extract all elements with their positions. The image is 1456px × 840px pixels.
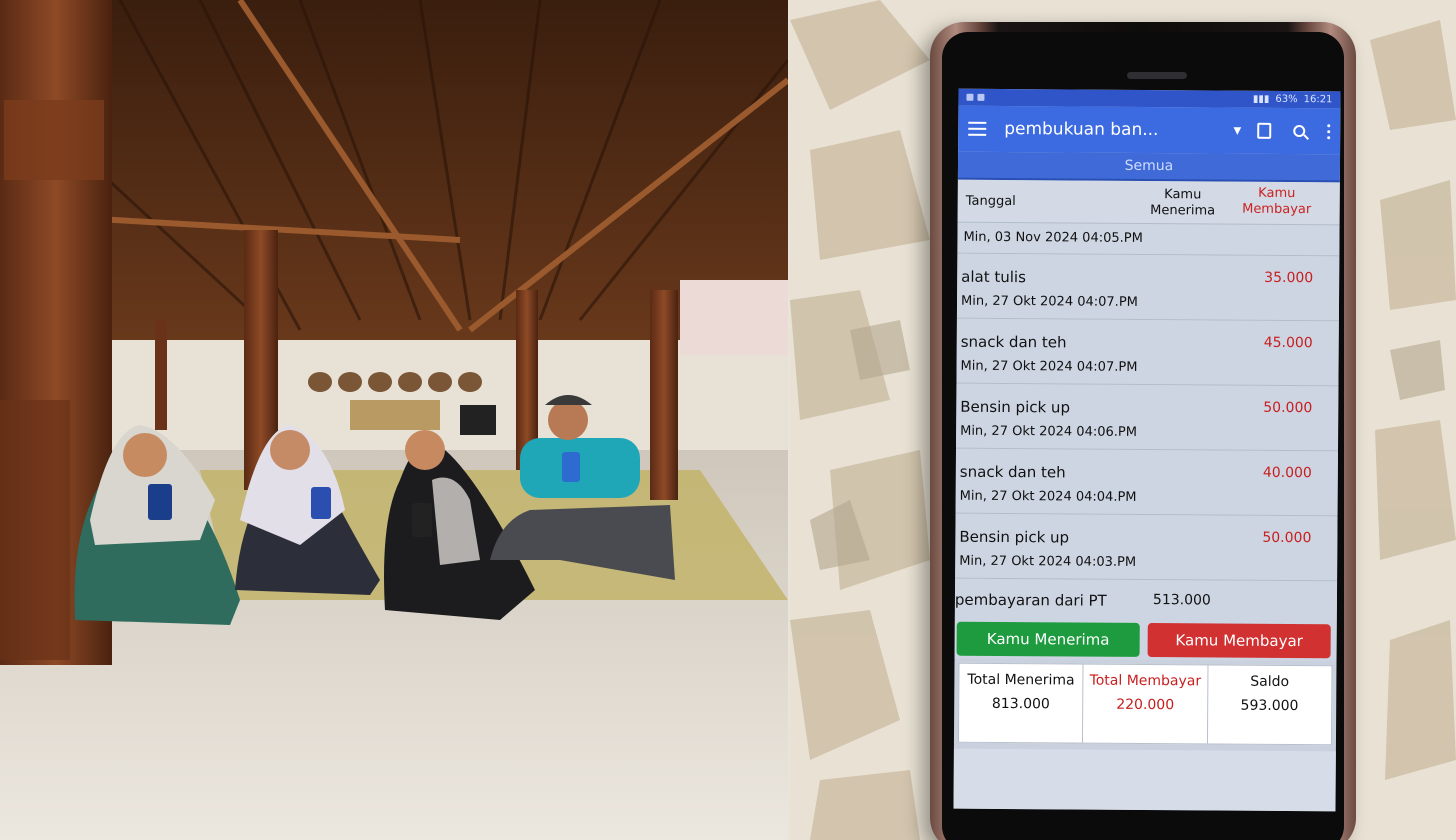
date-group-header: Min, 03 Nov 2024 04:05.PM bbox=[957, 222, 1340, 257]
total-received: Total Menerima 813.000 bbox=[958, 663, 1084, 743]
income-amount: 513.000 bbox=[1152, 592, 1211, 609]
earpiece-speaker bbox=[1127, 72, 1187, 79]
balance: Saldo 593.000 bbox=[1208, 665, 1332, 744]
column-received-label: Kamu Menerima bbox=[1150, 187, 1216, 219]
transaction-row[interactable]: Bensin pick up Min, 27 Okt 2024 04:03.PM… bbox=[955, 513, 1338, 582]
action-buttons: Kamu Menerima Kamu Membayar bbox=[954, 618, 1337, 662]
overflow-menu-icon[interactable] bbox=[1327, 123, 1331, 139]
transaction-datetime: Min, 27 Okt 2024 04:07.PM bbox=[960, 293, 1138, 310]
receive-button[interactable]: Kamu Menerima bbox=[956, 621, 1140, 657]
income-name: pembayaran dari PT bbox=[954, 590, 1107, 610]
transaction-datetime: Min, 27 Okt 2024 04:06.PM bbox=[960, 423, 1138, 440]
transaction-datetime: Min, 27 Okt 2024 04:03.PM bbox=[959, 553, 1137, 570]
transaction-name: Bensin pick up bbox=[960, 397, 1071, 417]
app-bar: pembukuan ban... ▼ bbox=[958, 105, 1341, 155]
transaction-name: snack dan teh bbox=[960, 332, 1067, 352]
transaction-row[interactable]: alat tulis Min, 27 Okt 2024 04:07.PM 35.… bbox=[956, 253, 1340, 322]
transaction-name: Bensin pick up bbox=[959, 527, 1070, 547]
total-paid-value: 220.000 bbox=[1116, 696, 1175, 714]
transaction-amount: 45.000 bbox=[1263, 334, 1313, 352]
phone-screen: ▮▮▮ 63% 16:21 pembukuan ban... ▼ Semua T… bbox=[953, 88, 1341, 812]
notification-icons bbox=[966, 93, 985, 101]
pendopo-scene-illustration bbox=[0, 0, 788, 840]
totals-panel: Total Menerima 813.000 Total Membayar 22… bbox=[957, 662, 1333, 746]
total-received-label: Total Menerima bbox=[967, 671, 1075, 689]
income-row[interactable]: pembayaran dari PT 513.000 bbox=[954, 578, 1338, 622]
transaction-row[interactable]: snack dan teh Min, 27 Okt 2024 04:04.PM … bbox=[955, 448, 1338, 517]
transaction-name: alat tulis bbox=[961, 267, 1027, 287]
battery-level: 63% bbox=[1275, 93, 1298, 106]
column-date-label: Tanggal bbox=[965, 193, 1016, 210]
transaction-amount: 40.000 bbox=[1262, 464, 1312, 482]
screen-bottom-area bbox=[953, 748, 1336, 812]
transaction-datetime: Min, 27 Okt 2024 04:04.PM bbox=[959, 488, 1137, 505]
total-received-value: 813.000 bbox=[991, 695, 1050, 713]
transaction-amount: 50.000 bbox=[1262, 529, 1312, 547]
dropdown-caret-icon[interactable]: ▼ bbox=[1233, 125, 1241, 136]
total-paid-label: Total Membayar bbox=[1089, 672, 1202, 690]
transaction-row[interactable]: Bensin pick up Min, 27 Okt 2024 04:06.PM… bbox=[956, 383, 1339, 452]
phone-app-photo: ▮▮▮ 63% 16:21 pembukuan ban... ▼ Semua T… bbox=[790, 0, 1456, 840]
clock: 16:21 bbox=[1303, 94, 1333, 106]
pay-button[interactable]: Kamu Membayar bbox=[1147, 623, 1331, 659]
tab-semua[interactable]: Semua bbox=[957, 151, 1341, 183]
transaction-amount: 35.000 bbox=[1264, 269, 1314, 287]
transaction-row[interactable]: snack dan teh Min, 27 Okt 2024 04:07.PM … bbox=[956, 318, 1339, 387]
transaction-amount: 50.000 bbox=[1263, 399, 1313, 417]
search-icon[interactable] bbox=[1293, 125, 1306, 138]
transaction-datetime: Min, 27 Okt 2024 04:07.PM bbox=[960, 358, 1138, 375]
balance-value: 593.000 bbox=[1240, 697, 1299, 715]
pendopo-group-photo bbox=[0, 0, 788, 840]
column-paid-label: Kamu Membayar bbox=[1242, 185, 1312, 218]
total-paid: Total Membayar 220.000 bbox=[1083, 664, 1209, 744]
hamburger-menu-icon[interactable] bbox=[968, 121, 987, 136]
balance-label: Saldo bbox=[1250, 673, 1290, 690]
column-header: Tanggal Kamu Menerima Kamu Membayar bbox=[957, 179, 1340, 226]
app-title[interactable]: pembukuan ban... bbox=[1004, 119, 1229, 141]
transaction-name: snack dan teh bbox=[959, 462, 1066, 482]
signal-icon: ▮▮▮ bbox=[1252, 93, 1270, 105]
report-document-icon[interactable] bbox=[1257, 122, 1272, 139]
